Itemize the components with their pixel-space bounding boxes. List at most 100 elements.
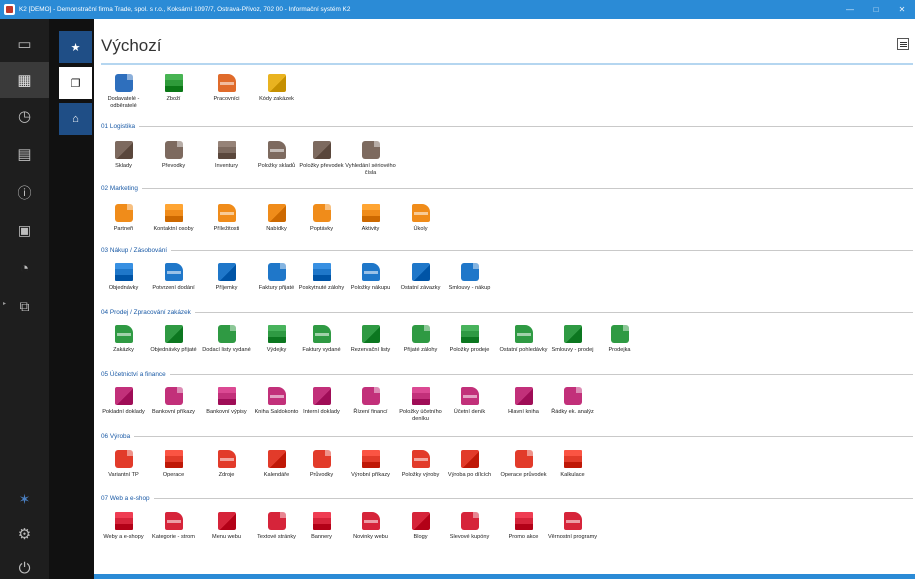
kniha-saldokonto-icon [267,387,286,405]
settings-icon[interactable]: ⚙ [0,516,49,552]
tile-hlavni-kniha[interactable]: Hlavní kniha [496,387,551,416]
tile-ostatni-zavazky[interactable]: Ostatní závazky [393,263,448,292]
group-title: 06 Výroba [101,433,131,440]
tile-vyrobni-prikazy[interactable]: Výrobní příkazy [343,450,398,479]
tile-bannery[interactable]: Bannery [294,512,349,541]
group-divider [139,126,913,127]
group-divider [169,374,913,375]
tile-ukoly[interactable]: Úkoly [393,204,448,233]
tile-prijemky[interactable]: Příjemky [199,263,254,292]
tile-rizeni-financi[interactable]: Řízení financí [343,387,398,416]
tile-label: Položky nákupu [350,285,391,291]
pokladni-doklady-icon [114,387,133,405]
tile-ucetni-denik[interactable]: Účetní deník [442,387,497,416]
tile-pruvodky[interactable]: Průvodky [294,450,349,479]
bankovni-prikazy-icon [164,387,183,405]
open-windows-icon[interactable]: ❐ [59,67,92,99]
tile-polozky-nakupu[interactable]: Položky nákupu [343,263,398,292]
tile-sklady[interactable]: Sklady [96,141,151,170]
tile-rezervacni-listy[interactable]: Rezervační listy [343,325,398,354]
polozky-prodeje-icon [460,325,479,343]
tile-label: Novinky webu [353,534,388,540]
tile-smlouvy-nakup[interactable]: Smlouvy - nákup [442,263,497,292]
tile-interni-doklady[interactable]: Interní doklady [294,387,349,416]
apps-grid-icon[interactable]: ▦ [0,62,49,98]
tile-polozky-vyroby[interactable]: Položky výroby [393,450,448,479]
monitor-icon[interactable]: ▭ [0,26,49,62]
expand-arrow-icon[interactable]: ▸ [3,300,6,307]
tile-faktury-vydane[interactable]: Faktury vydané [294,325,349,354]
tile-pokladni-doklady[interactable]: Pokladní doklady [96,387,151,416]
tile-potvrzeni-dodani[interactable]: Potvrzení dodání [146,263,201,292]
tile-kody-zakazek[interactable]: Kódy zakázek [249,74,304,103]
tile-prodejka[interactable]: Prodejka [592,325,647,354]
tile-vyroba-po-dilcich[interactable]: Výroba po dílcích [442,450,497,479]
tile-menu-webu[interactable]: Menu webu [199,512,254,541]
tile-slevove-kupony[interactable]: Slevové kupóny [442,512,497,541]
tile-polozky-prevodek[interactable]: Položky převodek [294,141,349,170]
tile-blogy[interactable]: Blogy [393,512,448,541]
tile-label: Poptávky [309,226,333,232]
tile-radky-ek-analyz[interactable]: Řádky ek. analýz [545,387,600,416]
tile-bankovni-vypisy[interactable]: Bankovní výpisy [199,387,254,416]
hamburger-menu-icon[interactable] [897,38,909,50]
tile-zbozi[interactable]: Zboží [146,74,201,103]
tile-label: Příjemky [215,285,238,291]
potvrzeni-dodani-icon [164,263,183,281]
tile-polozky-ucetniho-deniku[interactable]: Položky účetního deníku [393,387,448,422]
calendar-icon[interactable]: ▣ [0,212,49,248]
org-structure-icon[interactable]: ⧉ [0,288,49,324]
chart-pie-icon[interactable]: ◔ [0,250,49,286]
blogy-icon [411,512,430,530]
tile-kalkulace[interactable]: Kalkulace [545,450,600,479]
tile-objednavky[interactable]: Objednávky [96,263,151,292]
tile-prevodky[interactable]: Převodky [146,141,201,170]
tile-label: Promo akce [508,534,539,540]
tile-ostatni-pohledavky[interactable]: Ostatní pohledávky [496,325,551,354]
tile-dodaci-listy-vydane[interactable]: Dodací listy vydané [199,325,254,354]
tile-aktivity[interactable]: Aktivity [343,204,398,233]
tile-zakazky[interactable]: Zakázky [96,325,151,354]
tile-label: Věrnostní programy [547,534,598,540]
tile-operace-pruvodek[interactable]: Operace průvodek [496,450,551,479]
prodejka-icon [610,325,629,343]
tile-polozky-prodeje[interactable]: Položky prodeje [442,325,497,354]
tile-promo-akce[interactable]: Promo akce [496,512,551,541]
tile-dodavatele-odberatele[interactable]: Dodavatelé - odběratelé [96,74,151,109]
tile-partneri[interactable]: Partneři [96,204,151,233]
history-icon[interactable]: ◷ [0,98,49,134]
tile-poptavky[interactable]: Poptávky [294,204,349,233]
maximize-button[interactable]: □ [863,0,889,19]
tile-pracovnici[interactable]: Pracovníci [199,74,254,103]
tile-label: Bankovní příkazy [152,409,195,415]
tile-label: Ostatní závazky [400,285,441,291]
tile-bankovni-prikazy[interactable]: Bankovní příkazy [146,387,201,416]
tile-objednavky-prijate[interactable]: Objednávky přijaté [146,325,201,354]
documents-icon[interactable]: ▤ [0,136,49,172]
tile-inventury[interactable]: Inventury [199,141,254,170]
tile-novinky-webu[interactable]: Novinky webu [343,512,398,541]
tile-weby-a-e-shopy[interactable]: Weby a e-shopy [96,512,151,541]
power-icon[interactable]: ⏻ [0,550,49,579]
home-icon[interactable]: ⌂ [59,103,92,135]
tile-zdroje[interactable]: Zdroje [199,450,254,479]
operace-icon [164,450,183,468]
tile-prilezitosti[interactable]: Příležitosti [199,204,254,233]
tile-variantni-tp[interactable]: Variantní TP [96,450,151,479]
vyrobni-prikazy-icon [361,450,380,468]
tile-label: Úkoly [413,226,428,232]
tile-vyhledani-serioveho-cisla[interactable]: Vyhledání sériového čísla [343,141,398,176]
tile-prijate-zalohy[interactable]: Přijaté zálohy [393,325,448,354]
close-button[interactable]: ✕ [889,0,915,19]
ukoly-icon [411,204,430,222]
tile-label: Inventury [214,163,238,169]
tile-vernostni-programy[interactable]: Věrnostní programy [545,512,600,541]
tile-kategorie-strom[interactable]: Kategorie - strom [146,512,201,541]
tile-kontaktni-osoby[interactable]: Kontaktní osoby [146,204,201,233]
ostatni-pohledavky-icon [514,325,533,343]
tile-operace[interactable]: Operace [146,450,201,479]
favorites-star-icon[interactable]: ★ [59,31,92,63]
minimize-button[interactable]: — [837,0,863,19]
tile-poskytnute-zalohy[interactable]: Poskytnuté zálohy [294,263,349,292]
info-icon[interactable]: ⓘ [0,175,49,211]
